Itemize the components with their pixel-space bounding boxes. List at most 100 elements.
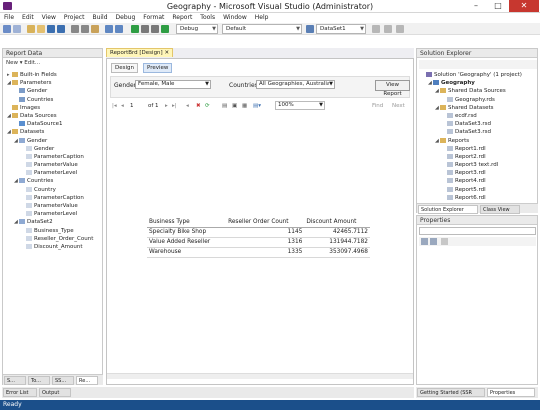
maximize-button[interactable]: □	[487, 0, 509, 12]
menu-help[interactable]: Help	[251, 13, 273, 23]
tree-item[interactable]: ParameterLevel	[7, 210, 103, 218]
tab-s-[interactable]: S...	[4, 376, 26, 385]
tab-output[interactable]: Output	[39, 388, 71, 397]
start-icon[interactable]	[131, 25, 139, 33]
page-number[interactable]: 1	[130, 101, 134, 111]
find-link[interactable]: Find	[372, 101, 383, 111]
design-tab[interactable]: Design	[111, 63, 138, 73]
tree-item[interactable]: Gender	[7, 145, 103, 153]
tree-item[interactable]: ParameterValue	[7, 161, 103, 169]
back-icon[interactable]	[3, 25, 11, 33]
next-page-icon[interactable]: ▸	[165, 101, 168, 111]
tree-item[interactable]: ParameterCaption	[7, 153, 103, 161]
tab-re-[interactable]: Re...	[76, 376, 98, 385]
tab-to-[interactable]: To...	[28, 376, 50, 385]
menu-tools[interactable]: Tools	[196, 13, 219, 23]
build-icon[interactable]	[151, 25, 159, 33]
open-icon[interactable]	[37, 25, 45, 33]
export-icon[interactable]: ▤▾	[253, 101, 261, 111]
prev-page-icon[interactable]: ◂	[121, 101, 124, 111]
print-icon[interactable]: ▤	[222, 101, 227, 111]
tree-item[interactable]: DataSet3.rsd	[421, 128, 537, 136]
menu-debug[interactable]: Debug	[112, 13, 140, 23]
tree-item[interactable]: ◢ DataSet2	[7, 218, 103, 226]
menu-format[interactable]: Format	[139, 13, 168, 23]
tree-item[interactable]: ◢ Reports	[421, 137, 537, 145]
menu-edit[interactable]: Edit	[18, 13, 38, 23]
next-link[interactable]: Next	[392, 101, 405, 111]
property-pages-icon[interactable]	[441, 238, 448, 245]
tab-getting-started-ssr[interactable]: Getting Started (SSR	[417, 388, 485, 397]
tree-item[interactable]: Report1.rdl	[421, 145, 537, 153]
debug-icon[interactable]	[161, 25, 169, 33]
page-setup-icon[interactable]: ▦	[242, 101, 247, 111]
view-report-button[interactable]: View Report	[375, 80, 410, 97]
tree-item[interactable]: Reseller_Order_Count	[7, 235, 103, 243]
tree-item[interactable]: Images	[7, 104, 103, 112]
tree-item[interactable]: ParameterLevel	[7, 169, 103, 177]
report-data-actions[interactable]: New ▾ Edit...	[6, 60, 40, 66]
menu-view[interactable]: View	[38, 13, 60, 23]
tab-ss-[interactable]: SS...	[52, 376, 74, 385]
layout-icon[interactable]	[396, 25, 404, 33]
tree-item[interactable]: ◢ Datasets	[7, 128, 103, 136]
tree-item[interactable]: DataSource1	[7, 120, 103, 128]
tree-item[interactable]: ecdf.rsd	[421, 112, 537, 120]
undo-icon[interactable]	[105, 25, 113, 33]
tree-item[interactable]: Report5.rdl	[421, 186, 537, 194]
format-icon[interactable]	[372, 25, 380, 33]
tree-item[interactable]: ◢ Data Sources	[7, 112, 103, 120]
cut-icon[interactable]	[71, 25, 79, 33]
zoom-select[interactable]: 100% ▼	[275, 101, 325, 110]
tree-item[interactable]: Solution 'Geography' (1 project)	[421, 71, 537, 79]
categorized-icon[interactable]	[421, 238, 428, 245]
tab-properties[interactable]: Properties	[487, 388, 535, 397]
first-page-icon[interactable]: |◂	[112, 101, 117, 111]
save-icon[interactable]	[47, 25, 55, 33]
refresh-icon[interactable]: ⟳	[205, 101, 210, 111]
tree-item[interactable]: ParameterValue	[7, 202, 103, 210]
tree-item[interactable]: ◢ Parameters	[7, 79, 103, 87]
tree-item[interactable]: ◢ Countries	[7, 177, 103, 185]
tab-class-view[interactable]: Class View	[480, 205, 520, 214]
print-layout-icon[interactable]: ▣	[232, 101, 237, 111]
tab-report-design[interactable]: ReportBrd [Design] ✕	[106, 48, 174, 57]
tree-item[interactable]: Report3 text.rdl	[421, 161, 537, 169]
tree-item[interactable]: Business_Type	[7, 227, 103, 235]
last-page-icon[interactable]: ▸|	[172, 101, 177, 111]
tree-item[interactable]: Report6.rdl	[421, 194, 537, 202]
copy-icon[interactable]	[81, 25, 89, 33]
preview-tab[interactable]: Preview	[143, 63, 173, 73]
tree-item[interactable]: Discount_Amount	[7, 243, 103, 251]
platform-dropdown[interactable]: Default ▼	[222, 24, 302, 34]
tree-item[interactable]: Report3.rdl	[421, 169, 537, 177]
minimize-button[interactable]: –	[465, 0, 487, 12]
menu-project[interactable]: Project	[60, 13, 89, 23]
tree-item[interactable]: Country	[7, 186, 103, 194]
tree-item[interactable]: ◢ Shared Data Sources	[421, 87, 537, 95]
menu-window[interactable]: Window	[219, 13, 251, 23]
tree-item[interactable]: ◢ Shared Datasets	[421, 104, 537, 112]
tab-error-list[interactable]: Error List	[3, 388, 37, 397]
redo-icon[interactable]	[115, 25, 123, 33]
find-icon[interactable]	[141, 25, 149, 33]
forward-icon[interactable]	[13, 25, 21, 33]
close-button[interactable]: ✕	[509, 0, 539, 12]
tree-item[interactable]: Countries	[7, 96, 103, 104]
tree-item[interactable]: Report2.rdl	[421, 153, 537, 161]
tree-item[interactable]: DataSet3.rsd	[421, 120, 537, 128]
paste-icon[interactable]	[91, 25, 99, 33]
close-tab-icon[interactable]: ✕	[164, 50, 169, 56]
tree-item[interactable]: Gender	[7, 87, 103, 95]
align-icon[interactable]	[384, 25, 392, 33]
countries-select[interactable]: All Geographies, Australia, Car▼	[256, 80, 335, 89]
report-scrollbar[interactable]	[107, 373, 413, 379]
alphabetical-icon[interactable]	[430, 238, 437, 245]
back-report-icon[interactable]: ◂	[186, 101, 189, 111]
tree-item[interactable]: ◢ Gender	[7, 137, 103, 145]
menu-file[interactable]: File	[0, 13, 18, 23]
config-dropdown[interactable]: Debug ▼	[176, 24, 218, 34]
menu-report[interactable]: Report	[168, 13, 196, 23]
save-all-icon[interactable]	[57, 25, 65, 33]
tree-item[interactable]: Geography.rds	[421, 96, 537, 104]
